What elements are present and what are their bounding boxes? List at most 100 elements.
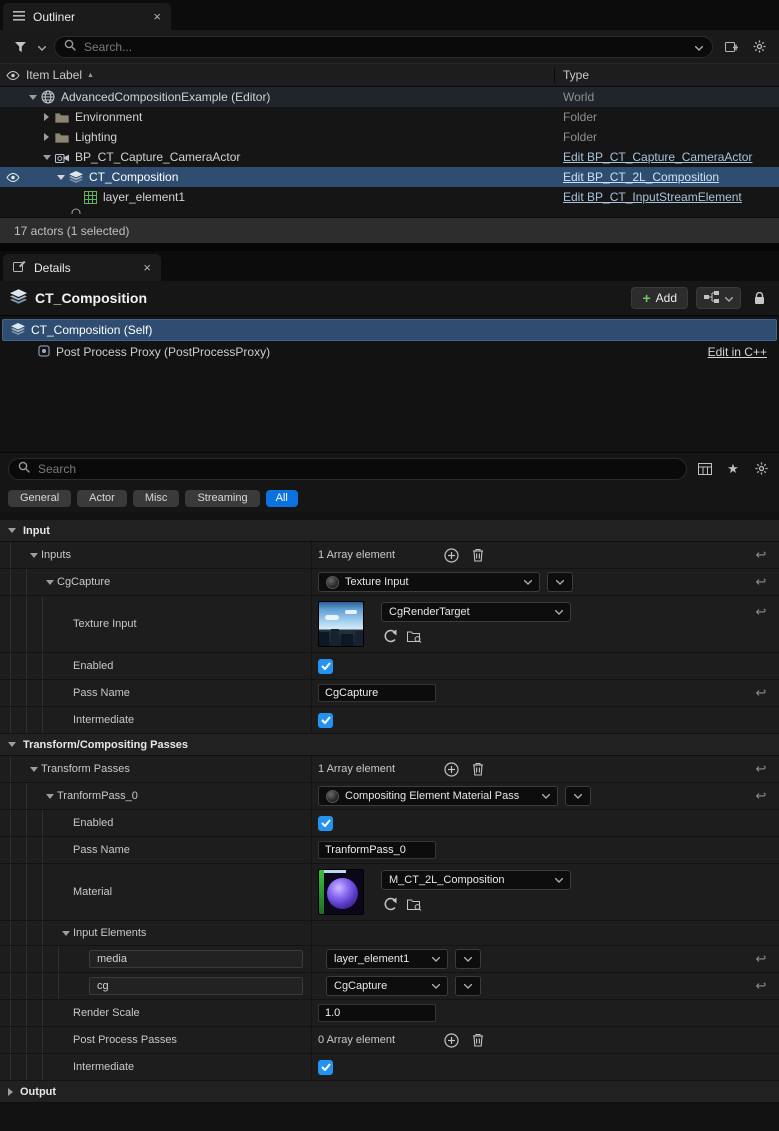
expander-icon[interactable]	[40, 155, 53, 160]
filter-chip-general[interactable]: General	[8, 490, 71, 507]
column-item-label[interactable]: Item Label	[26, 68, 82, 82]
browse-to-asset-icon[interactable]	[407, 630, 422, 646]
search-input[interactable]	[82, 39, 689, 55]
expander-icon[interactable]	[26, 553, 41, 558]
visibility-eye-icon[interactable]	[0, 173, 26, 182]
component-view-options-button[interactable]	[696, 287, 741, 309]
edit-blueprint-link[interactable]: Edit BP_CT_InputStreamElement	[563, 190, 742, 204]
expander-icon[interactable]	[58, 931, 73, 936]
lock-icon[interactable]	[749, 288, 769, 308]
filter-chip-all[interactable]: All	[266, 490, 298, 507]
intermediate-checkbox[interactable]	[318, 1060, 333, 1075]
close-icon[interactable]: ×	[153, 10, 161, 23]
pass-type-dropdown[interactable]: Compositing Element Material Pass	[318, 786, 558, 806]
reset-icon[interactable]: ↩	[756, 951, 767, 967]
outliner-tree: AdvancedCompositionExample (Editor) Worl…	[0, 87, 779, 217]
reset-icon[interactable]: ↩	[756, 574, 767, 590]
tab-details[interactable]: Details ×	[3, 254, 161, 281]
use-selected-asset-icon[interactable]	[383, 897, 397, 914]
outliner-search[interactable]	[54, 36, 713, 58]
expander-icon[interactable]	[40, 133, 53, 141]
filter-chip-actor[interactable]: Actor	[77, 490, 127, 507]
outliner-row-ct-composition[interactable]: CT_Composition Edit BP_CT_2L_Composition	[0, 167, 779, 187]
pass-name-input[interactable]	[318, 841, 436, 859]
element-options-dropdown[interactable]	[547, 572, 573, 592]
outliner-row-layer-element1[interactable]: layer_element1 Edit BP_CT_InputStreamEle…	[0, 187, 779, 207]
clear-array-trash-icon[interactable]	[468, 545, 488, 565]
element-key-field[interactable]: media	[89, 950, 303, 968]
enabled-checkbox[interactable]	[318, 659, 333, 674]
reset-icon[interactable]: ↩	[756, 788, 767, 804]
reset-icon[interactable]: ↩	[756, 604, 767, 620]
dropdown-value: CgRenderTarget	[389, 606, 470, 618]
filter-chevron-icon[interactable]	[38, 40, 46, 54]
search-input[interactable]	[36, 461, 677, 477]
outliner-row-environment[interactable]: Environment Folder	[0, 107, 779, 127]
clear-array-trash-icon[interactable]	[468, 759, 488, 779]
section-transform-compositing-passes[interactable]: Transform/Compositing Passes	[0, 734, 779, 756]
element-options-dropdown[interactable]	[455, 949, 481, 969]
component-row-self[interactable]: CT_Composition (Self)	[2, 319, 777, 341]
texture-asset-dropdown[interactable]: CgRenderTarget	[381, 602, 571, 622]
search-options-chevron-icon[interactable]	[695, 40, 703, 54]
material-asset-dropdown[interactable]: M_CT_2L_Composition	[381, 870, 571, 890]
element-type-dropdown[interactable]: Texture Input	[318, 572, 540, 592]
media-element-dropdown[interactable]: layer_element1	[326, 949, 448, 969]
reset-icon[interactable]: ↩	[756, 761, 767, 777]
enabled-checkbox[interactable]	[318, 816, 333, 831]
column-divider	[554, 67, 555, 83]
outliner-status-bar: 17 actors (1 selected)	[0, 217, 779, 243]
reset-icon[interactable]: ↩	[756, 547, 767, 563]
element-options-dropdown[interactable]	[565, 786, 591, 806]
element-options-dropdown[interactable]	[455, 976, 481, 996]
save-search-icon[interactable]	[721, 37, 741, 57]
render-scale-input[interactable]	[318, 1004, 436, 1022]
outliner-row-clipped[interactable]	[0, 207, 779, 214]
expander-icon[interactable]	[54, 175, 67, 180]
add-component-button[interactable]: + Add	[631, 287, 688, 309]
sort-asc-icon[interactable]: ▲	[87, 72, 94, 79]
expander-icon[interactable]	[42, 580, 57, 585]
element-key-field[interactable]: cg	[89, 977, 303, 995]
reset-icon[interactable]: ↩	[756, 978, 767, 994]
details-settings-gear-icon[interactable]	[751, 459, 771, 479]
visibility-column-eye-icon[interactable]	[0, 71, 26, 80]
expander-icon[interactable]	[40, 113, 53, 121]
component-row-post-process-proxy[interactable]: Post Process Proxy (PostProcessProxy) Ed…	[0, 341, 779, 363]
details-search[interactable]	[8, 458, 687, 480]
cg-element-dropdown[interactable]: CgCapture	[326, 976, 448, 996]
edit-in-cpp-link[interactable]: Edit in C++	[708, 345, 767, 359]
edit-blueprint-link[interactable]: Edit BP_CT_Capture_CameraActor	[563, 150, 752, 164]
favorites-star-icon[interactable]: ★	[723, 459, 743, 479]
outliner-row-camera-actor[interactable]: BP_CT_Capture_CameraActor Edit BP_CT_Cap…	[0, 147, 779, 167]
filter-chip-misc[interactable]: Misc	[133, 490, 180, 507]
outliner-settings-gear-icon[interactable]	[749, 37, 769, 57]
material-thumbnail[interactable]	[318, 869, 364, 915]
filter-chip-streaming[interactable]: Streaming	[185, 490, 259, 507]
filter-icon[interactable]	[10, 37, 30, 57]
browse-to-asset-icon[interactable]	[407, 898, 422, 914]
pass-name-input[interactable]	[318, 684, 436, 702]
expander-icon[interactable]	[42, 794, 57, 799]
expander-icon[interactable]	[26, 95, 39, 100]
intermediate-checkbox[interactable]	[318, 713, 333, 728]
section-input[interactable]: Input	[0, 520, 779, 542]
section-output[interactable]: Output	[0, 1081, 779, 1103]
add-array-element-icon[interactable]	[441, 1030, 461, 1050]
outliner-toolbar	[0, 30, 779, 63]
expander-icon[interactable]	[26, 767, 41, 772]
close-icon[interactable]: ×	[143, 261, 151, 274]
use-selected-asset-icon[interactable]	[383, 629, 397, 646]
reset-icon[interactable]: ↩	[756, 685, 767, 701]
property-row-cg: cg CgCapture ↩	[0, 973, 779, 1000]
outliner-row-lighting[interactable]: Lighting Folder	[0, 127, 779, 147]
texture-thumbnail[interactable]	[318, 601, 364, 647]
display-mode-icon[interactable]	[695, 459, 715, 479]
column-type[interactable]: Type	[563, 68, 589, 82]
add-array-element-icon[interactable]	[441, 545, 461, 565]
clear-array-trash-icon[interactable]	[468, 1030, 488, 1050]
tab-outliner[interactable]: Outliner ×	[3, 3, 171, 30]
add-array-element-icon[interactable]	[441, 759, 461, 779]
edit-blueprint-link[interactable]: Edit BP_CT_2L_Composition	[563, 170, 719, 184]
outliner-row-world[interactable]: AdvancedCompositionExample (Editor) Worl…	[0, 87, 779, 107]
